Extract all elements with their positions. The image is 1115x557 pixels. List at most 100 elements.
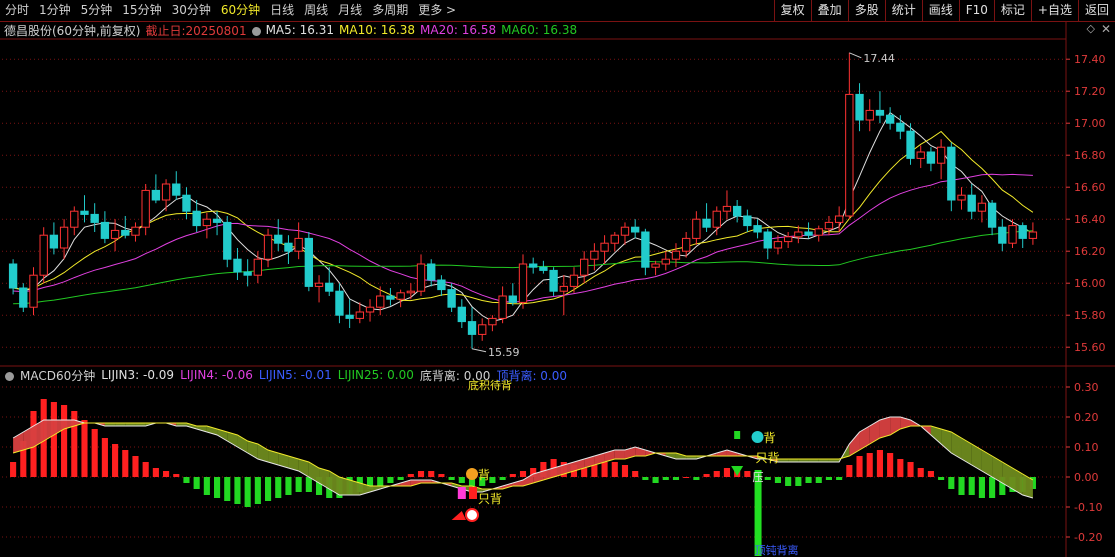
macd-bar-4 <box>51 402 57 477</box>
high-marker-line <box>849 53 861 58</box>
candle-body-90 <box>927 152 934 163</box>
candle-body-42 <box>438 280 445 290</box>
candle-95 <box>978 195 985 222</box>
macd-bar-37 <box>387 477 393 483</box>
macd-band-92 <box>951 432 961 459</box>
candle-body-49 <box>509 296 516 302</box>
candle-body-5 <box>60 227 67 248</box>
candle-58 <box>601 235 608 264</box>
candle-74 <box>764 229 771 259</box>
candle-52 <box>540 261 547 274</box>
candle-84 <box>866 99 873 131</box>
candle-body-81 <box>835 216 842 222</box>
chart-svg[interactable]: 15.6015.8016.0016.2016.4016.6016.8017.00… <box>0 0 1115 557</box>
candle-body-60 <box>621 227 628 235</box>
candle-17 <box>183 187 190 219</box>
candle-body-46 <box>479 325 486 335</box>
bottom-signal-label: 顶钝背离 <box>755 543 799 557</box>
candle-body-45 <box>468 322 475 335</box>
macd-bar-60 <box>622 465 628 477</box>
candle-body-89 <box>917 152 924 158</box>
candle-body-63 <box>652 264 659 267</box>
candle-body-20 <box>213 219 220 222</box>
candle-body-37 <box>387 296 394 299</box>
macd-bar-24 <box>255 477 261 504</box>
candle-body-6 <box>71 211 78 227</box>
candle-79 <box>815 226 822 242</box>
candle-body-66 <box>682 238 689 251</box>
candle-body-77 <box>795 232 802 237</box>
candle-3 <box>40 227 47 283</box>
macd-bar-75 <box>775 477 781 483</box>
macd-bar-82 <box>846 465 852 477</box>
candle-body-85 <box>876 110 883 115</box>
macd-bar-39 <box>408 474 414 477</box>
macd-bar-95 <box>979 477 985 498</box>
candle-body-72 <box>744 216 751 226</box>
candle-83 <box>856 83 863 131</box>
candle-27 <box>285 235 292 264</box>
candle-body-51 <box>530 264 537 267</box>
candle-body-32 <box>336 291 343 315</box>
candle-body-74 <box>764 232 771 248</box>
candle-body-75 <box>774 242 781 248</box>
candle-body-38 <box>397 293 404 299</box>
candle-body-65 <box>672 251 679 259</box>
candle-body-91 <box>937 147 944 163</box>
candle-39 <box>407 283 414 299</box>
candle-body-61 <box>632 227 639 232</box>
candle-65 <box>672 243 679 267</box>
macd-bar-56 <box>581 468 587 477</box>
macd-bar-9 <box>102 438 108 477</box>
candle-85 <box>876 91 883 123</box>
candle-89 <box>917 146 924 168</box>
macd-bar-70 <box>724 468 730 477</box>
macd-tick-label-2: 0.00 <box>1074 471 1099 484</box>
macd-tick-label-3: 0.10 <box>1074 441 1099 454</box>
macd-bar-91 <box>938 477 944 480</box>
macd-bar-15 <box>163 471 169 477</box>
macd-bar-87 <box>897 459 903 477</box>
macd-band-93 <box>962 438 972 465</box>
signal1-red-bar <box>469 487 477 499</box>
candle-body-64 <box>662 259 669 264</box>
candle-body-87 <box>897 123 904 131</box>
candle-body-97 <box>999 227 1006 243</box>
candle-body-95 <box>978 203 985 211</box>
candle-21 <box>224 216 231 267</box>
macd-bar-49 <box>510 474 516 477</box>
macd-bar-36 <box>377 477 383 486</box>
macd-bar-94 <box>969 477 975 495</box>
low-label: 15.59 <box>488 346 520 359</box>
candle-body-8 <box>91 214 98 222</box>
candle-6 <box>71 206 78 235</box>
candle-0 <box>9 259 16 294</box>
candle-body-70 <box>723 206 730 211</box>
candle-70 <box>723 190 730 219</box>
candle-10 <box>111 219 118 251</box>
macd-bar-7 <box>81 420 87 477</box>
macd-bar-11 <box>122 450 128 477</box>
macd-band-85 <box>880 417 890 438</box>
candle-body-10 <box>111 230 118 238</box>
signal2-green-mark <box>734 431 740 439</box>
macd-bar-47 <box>489 477 495 483</box>
candle-body-56 <box>581 259 588 275</box>
candle-body-28 <box>295 238 302 251</box>
macd-bar-38 <box>398 477 404 480</box>
candle-29 <box>305 232 312 291</box>
candle-76 <box>784 232 791 248</box>
candle-55 <box>570 267 577 293</box>
candle-30 <box>315 275 322 302</box>
macd-bar-42 <box>438 474 444 477</box>
price-tick-label-5: 16.60 <box>1074 181 1106 194</box>
candle-20 <box>213 211 220 235</box>
candle-41 <box>428 259 435 286</box>
macd-bar-0 <box>10 462 16 477</box>
candle-64 <box>662 251 669 270</box>
candle-32 <box>336 283 343 323</box>
candle-31 <box>326 267 333 296</box>
signal2-label-c: 压 <box>753 471 764 484</box>
candle-body-48 <box>499 296 506 318</box>
candle-51 <box>530 258 537 274</box>
